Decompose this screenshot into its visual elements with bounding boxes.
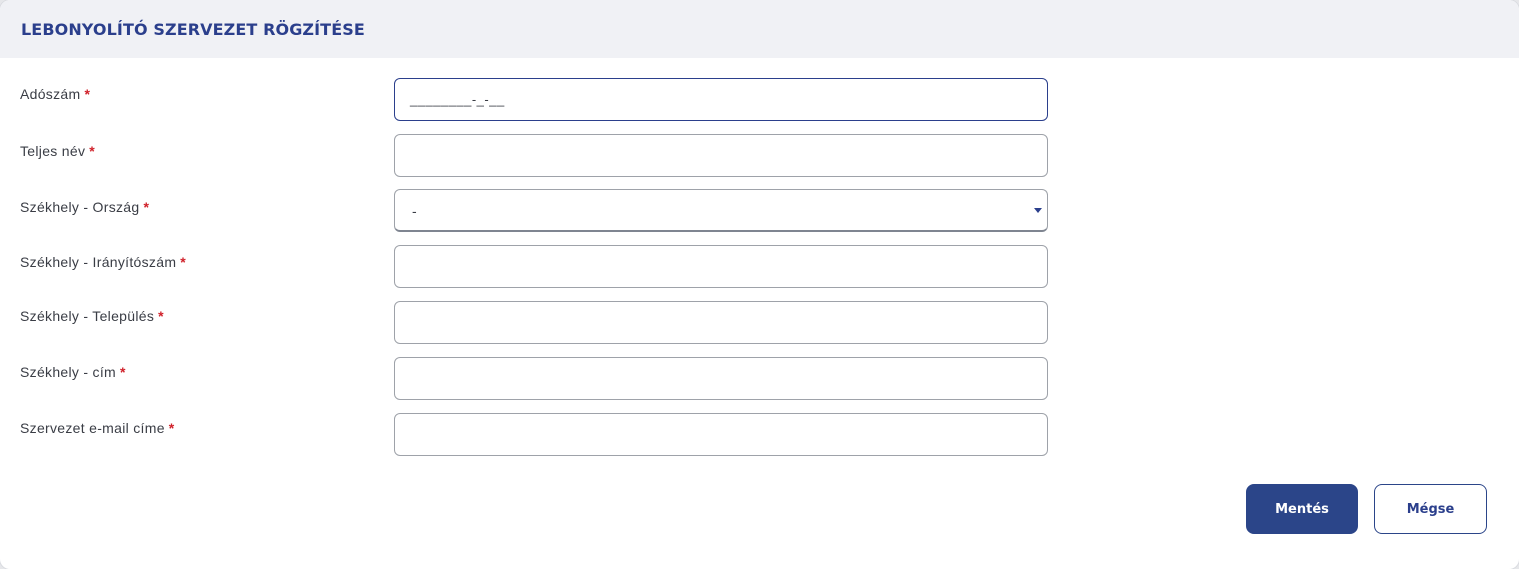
city-input[interactable] — [394, 301, 1048, 344]
address-row: Székhely - cím * — [0, 357, 1519, 401]
postal-code-label-text: Székhely - Irányítószám — [20, 254, 177, 270]
email-row: Szervezet e-mail címe * — [0, 413, 1519, 457]
required-star: * — [143, 199, 150, 215]
email-label-text: Szervezet e-mail címe — [20, 420, 165, 436]
full-name-row: Teljes név * — [0, 134, 1519, 178]
city-row: Székhely - Település * — [0, 301, 1519, 345]
country-label-text: Székhely - Ország — [20, 199, 140, 215]
tax-number-row: Adószám * ________-_-__ — [0, 78, 1519, 122]
email-input[interactable] — [394, 413, 1048, 456]
address-label-text: Székhely - cím — [20, 364, 116, 380]
tax-number-label: Adószám * — [20, 86, 90, 102]
country-select[interactable]: - — [394, 189, 1048, 232]
cancel-button[interactable]: Mégse — [1374, 484, 1487, 534]
postal-code-row: Székhely - Irányítószám * — [0, 245, 1519, 289]
tax-number-input[interactable]: ________-_-__ — [394, 78, 1048, 121]
required-star: * — [158, 308, 164, 324]
city-label-text: Székhely - Település — [20, 308, 155, 324]
required-star: * — [120, 364, 126, 380]
email-label: Szervezet e-mail címe * — [20, 420, 175, 436]
required-star: * — [168, 420, 175, 436]
full-name-input[interactable] — [394, 134, 1048, 177]
country-select-value: - — [412, 203, 417, 219]
country-label: Székhely - Ország * — [20, 199, 149, 215]
postal-code-label: Székhely - Irányítószám * — [20, 254, 186, 270]
address-label: Székhely - cím * — [20, 364, 126, 380]
required-star: * — [84, 86, 91, 102]
postal-code-input[interactable] — [394, 245, 1048, 288]
full-name-label-text: Teljes név — [20, 143, 86, 159]
address-input[interactable] — [394, 357, 1048, 400]
chevron-down-icon — [1034, 208, 1042, 213]
required-star: * — [180, 254, 187, 270]
required-star: * — [89, 143, 96, 159]
dialog-title: LEBONYOLÍTÓ SZERVEZET RÖGZÍTÉSE — [21, 19, 365, 39]
save-button[interactable]: Mentés — [1246, 484, 1358, 534]
dialog-header: LEBONYOLÍTÓ SZERVEZET RÖGZÍTÉSE — [0, 0, 1519, 58]
full-name-label: Teljes név * — [20, 143, 95, 159]
organization-dialog: LEBONYOLÍTÓ SZERVEZET RÖGZÍTÉSE Adószám *… — [0, 0, 1519, 569]
country-row: Székhely - Ország * - — [0, 189, 1519, 233]
tax-number-mask: ________-_-__ — [410, 92, 505, 107]
tax-number-label-text: Adószám — [20, 86, 81, 102]
city-label: Székhely - Település * — [20, 308, 164, 324]
